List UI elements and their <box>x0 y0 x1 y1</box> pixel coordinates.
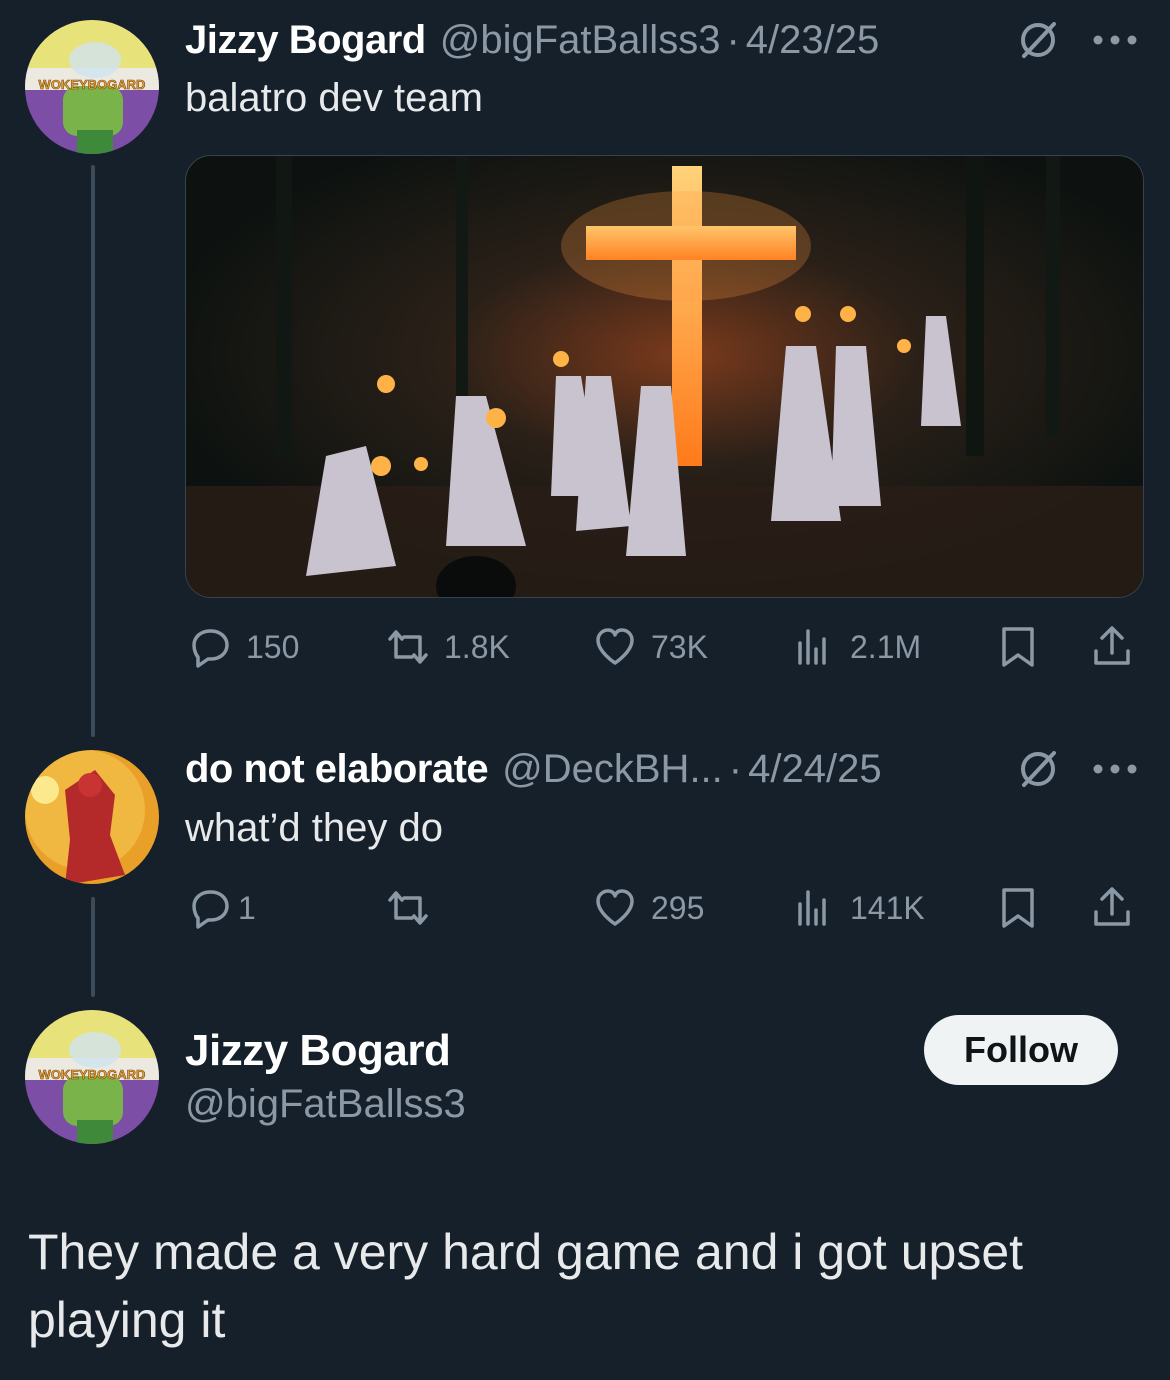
thread-line <box>91 897 95 997</box>
like-count: 295 <box>651 889 705 926</box>
tweet-text: balatro dev team <box>185 76 483 120</box>
repost-count: 1.8K <box>444 628 510 665</box>
share-icon <box>1094 887 1130 926</box>
tweet-header: do not elaborate @DeckBH... · 4/24/25 <box>185 744 882 794</box>
bookmark-button[interactable] <box>996 886 1040 930</box>
share-icon <box>1094 626 1130 665</box>
like-button[interactable]: 295 <box>593 886 704 930</box>
bookmark-button[interactable] <box>996 625 1040 669</box>
reply-button[interactable]: 150 <box>188 625 299 669</box>
handle[interactable]: @bigFatBallss3 <box>185 1082 466 1127</box>
separator-dot: · <box>728 746 743 791</box>
tweet-image[interactable] <box>185 155 1144 598</box>
avatar-logo: WOKEYBOGARD <box>39 77 146 92</box>
repost-button[interactable]: 1.8K <box>386 625 510 669</box>
tweet-header: Jizzy Bogard @bigFatBallss3 · 4/23/25 <box>185 15 879 65</box>
bookmark-icon <box>1002 627 1034 667</box>
reply-count: 150 <box>246 628 300 665</box>
views-icon <box>798 629 826 665</box>
avatar-logo: WOKEYBOGARD <box>39 1067 146 1082</box>
views-icon <box>798 890 826 926</box>
avatar[interactable]: WOKEYBOGARD <box>25 20 159 154</box>
handle[interactable]: @bigFatBallss3 <box>440 18 721 63</box>
views-button[interactable]: 2.1M <box>792 625 921 669</box>
views-button[interactable]: 141K <box>792 886 925 930</box>
like-count: 73K <box>651 628 708 665</box>
display-name[interactable]: Jizzy Bogard <box>185 18 426 63</box>
bookmark-icon <box>1002 888 1034 928</box>
like-button[interactable]: 73K <box>593 625 708 669</box>
follow-button[interactable]: Follow <box>924 1015 1118 1085</box>
post-text: They made a very hard game and i got ups… <box>28 1224 1024 1348</box>
like-icon <box>596 628 634 665</box>
reply-button[interactable]: 1 <box>188 886 256 930</box>
more-icon[interactable] <box>1092 763 1138 775</box>
avatar[interactable] <box>25 750 159 884</box>
view-count: 2.1M <box>850 628 922 665</box>
more-icon[interactable] <box>1092 34 1138 46</box>
separator-dot: · <box>726 17 740 62</box>
reply-icon <box>192 890 229 929</box>
share-button[interactable] <box>1090 886 1134 930</box>
post-date[interactable]: 4/23/25 <box>746 18 879 63</box>
grok-icon[interactable] <box>1016 747 1060 791</box>
display-name[interactable]: Jizzy Bogard <box>185 1026 451 1076</box>
tweet-text: what’d they do <box>185 806 443 850</box>
view-count: 141K <box>850 889 925 926</box>
reply-count: 1 <box>238 889 256 926</box>
repost-button[interactable] <box>386 886 430 930</box>
handle[interactable]: @DeckBH... <box>502 747 723 792</box>
avatar[interactable]: WOKEYBOGARD <box>25 1010 159 1144</box>
display-name[interactable]: do not elaborate <box>185 747 489 792</box>
repost-icon <box>388 630 428 664</box>
post-date[interactable]: 4/24/25 <box>748 747 881 792</box>
repost-icon <box>388 891 428 925</box>
grok-icon[interactable] <box>1016 18 1060 62</box>
thread-line <box>91 165 95 737</box>
reply-icon <box>192 629 229 668</box>
share-button[interactable] <box>1090 625 1134 669</box>
like-icon <box>596 889 634 926</box>
